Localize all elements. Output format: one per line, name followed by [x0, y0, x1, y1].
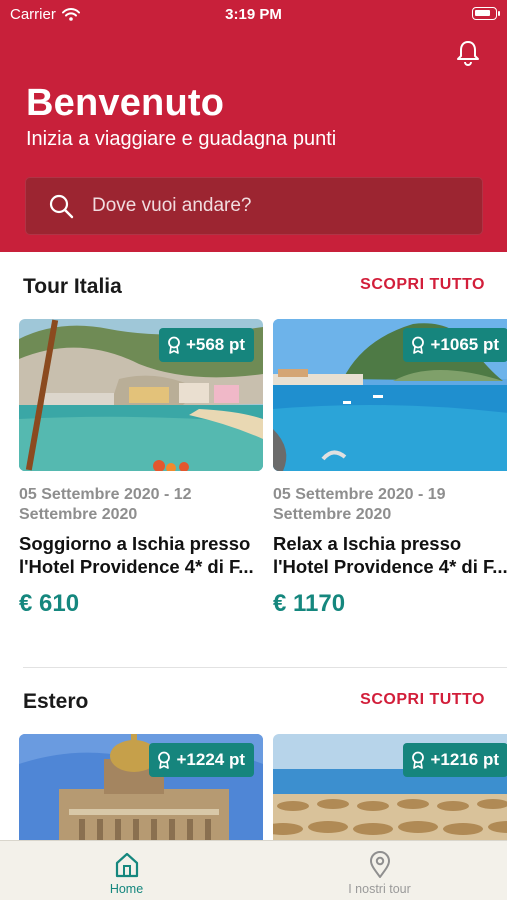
points-value: +1224 pt — [176, 750, 245, 769]
tour-price: € 1170 — [273, 590, 346, 617]
tour-title-line2: l'Hotel Providence 4* di F... — [19, 556, 254, 577]
wifi-icon — [61, 8, 80, 21]
section-title-tour-italia: Tour Italia — [23, 275, 122, 298]
tour-card[interactable]: +1065 pt 05 Settembre 2020 - 19 Settembr… — [273, 319, 507, 618]
points-badge: +568 pt — [158, 328, 254, 362]
tour-dates: 05 Settembre 2020 - 12 Settembre 2020 — [19, 486, 192, 523]
tour-dates: 05 Settembre 2020 - 19 Settembre 2020 — [273, 486, 446, 523]
tour-card[interactable]: +568 pt 05 Settembre 2020 - 12 Settembre… — [19, 319, 263, 618]
section-divider — [23, 667, 507, 668]
tour-title: Soggiorno a Ischia presso l'Hotel Provid… — [19, 532, 263, 578]
award-icon — [168, 336, 180, 354]
home-icon — [115, 852, 138, 878]
bell-icon[interactable] — [453, 38, 483, 68]
tour-title-line1: Relax a Ischia presso — [273, 533, 462, 554]
points-value: +1216 pt — [430, 750, 499, 769]
tour-price: € 610 — [19, 590, 80, 617]
see-all-estero-button[interactable]: SCOPRI TUTTO — [360, 691, 485, 709]
points-badge: +1065 pt — [403, 328, 507, 362]
tab-bar: Home I nostri tour — [0, 840, 507, 900]
points-badge: +1224 pt — [149, 743, 254, 777]
map-pin-icon — [369, 851, 390, 878]
award-icon — [412, 336, 425, 354]
battery-level — [475, 10, 490, 16]
carrier: Carrier — [10, 6, 80, 23]
header: Carrier 3:19 PM Benvenuto Inizia a viagg… — [0, 0, 507, 252]
award-icon — [158, 751, 171, 769]
tour-image-ischia: +568 pt — [19, 319, 263, 471]
section-title-estero: Estero — [23, 690, 89, 713]
tour-title-line2: l'Hotel Providence 4* di F... — [273, 556, 507, 577]
carrier-label: Carrier — [10, 6, 56, 23]
status-bar: Carrier 3:19 PM — [0, 0, 507, 30]
search-input[interactable] — [92, 195, 452, 217]
search-bar[interactable] — [25, 177, 483, 235]
points-badge: +1216 pt — [403, 743, 507, 777]
award-icon — [412, 751, 425, 769]
points-value: +1065 pt — [430, 335, 499, 354]
tab-tours[interactable]: I nostri tour — [253, 841, 506, 900]
tour-image-sant-angelo: +1065 pt — [273, 319, 507, 471]
page-subtitle: Inizia a viaggiare e guadagna punti — [26, 128, 337, 150]
points-value: +568 pt — [185, 335, 245, 354]
battery-icon — [472, 7, 500, 20]
tour-title-line1: Soggiorno a Ischia presso — [19, 533, 251, 554]
search-icon — [49, 194, 74, 219]
tab-home-label: Home — [109, 882, 144, 896]
tour-title: Relax a Ischia presso l'Hotel Providence… — [273, 532, 507, 578]
tab-home[interactable]: Home — [0, 841, 253, 900]
see-all-tour-italia-button[interactable]: SCOPRI TUTTO — [360, 276, 485, 294]
page-title: Benvenuto — [26, 82, 225, 124]
tab-tours-label: I nostri tour — [348, 882, 411, 896]
